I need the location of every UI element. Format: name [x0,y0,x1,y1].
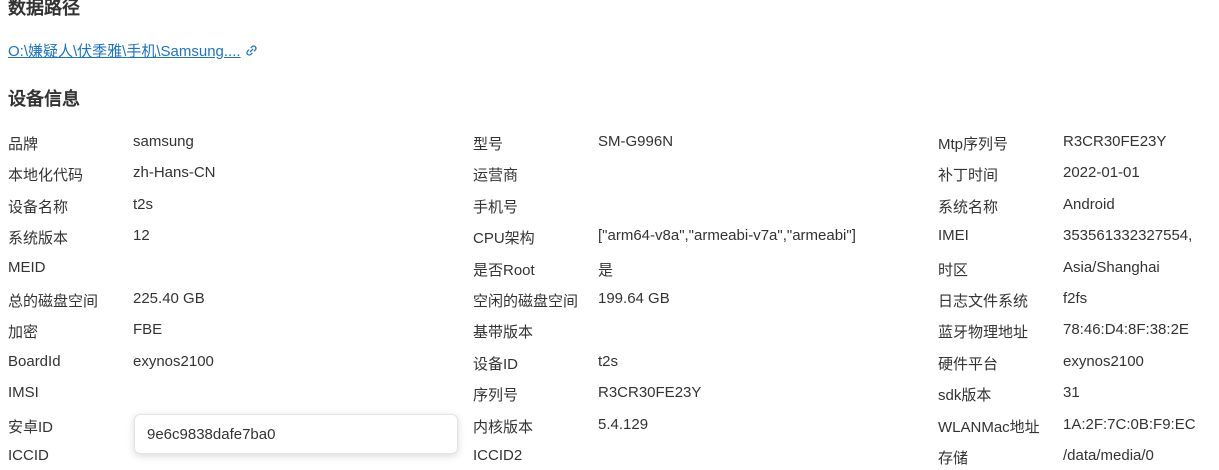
android-id-tooltip: 9e6c9838dafe7ba0 [134,414,458,454]
info-label: 设备名称 [8,198,69,216]
info-value: R3CR30FE23Y [598,384,702,402]
info-label: 设备ID [473,355,519,373]
data-path-title: 数据路径 [8,0,80,18]
info-label: 硬件平台 [938,355,999,373]
info-value: Android [1063,195,1115,213]
info-value: 是 [598,261,614,279]
info-label: 系统版本 [8,230,69,248]
info-label: 加密 [8,324,39,342]
info-row: MEID 是否Root 是 时区 Asia/Shanghai [0,251,1219,282]
info-value: t2s [598,352,619,370]
device-info-title: 设备信息 [8,89,80,109]
info-row: 加密 FBE 基带版本 蓝牙物理地址 78:46:D4:8F:38:2E [0,313,1219,344]
info-value: 5.4.129 [598,415,649,433]
link-icon [245,45,257,56]
info-label: sdk版本 [938,387,992,405]
info-value: ["arm64-v8a","armeabi-v7a","armeabi"] [598,227,856,245]
info-label: 基带版本 [473,324,534,342]
info-value: t2s [133,195,154,213]
info-value: 2022-01-01 [1063,164,1140,182]
data-path-link[interactable]: O:\嫌疑人\伏季雅\手机\Samsung.... [8,40,258,61]
info-value: 12 [133,227,150,245]
info-value: exynos2100 [1063,352,1144,370]
info-label: WLANMac地址 [938,418,1040,436]
info-value: f2fs [1063,290,1088,307]
info-value: samsung [133,133,194,150]
info-label: 日志文件系统 [938,293,1029,310]
info-label: 运营商 [473,167,519,185]
info-value: 225.40 GB [133,290,205,307]
info-label: CPU架构 [473,230,535,248]
info-value: Asia/Shanghai [1063,258,1160,276]
info-label: 系统名称 [938,198,999,216]
info-row: 总的磁盘空间 225.40 GB 空闲的磁盘空间 199.64 GB 日志文件系统 f2f… [0,282,1219,313]
info-value: 199.64 GB [598,290,670,307]
info-value: 31 [1063,384,1080,402]
info-label: 品牌 [8,136,39,153]
info-label: 空闲的磁盘空间 [473,293,579,310]
info-value: R3CR30FE23Y [1063,133,1167,150]
info-label: ICCID [8,447,49,464]
data-path-link-text: O:\嫌疑人\伏季雅\手机\Samsung.... [8,43,241,60]
info-label: IMSI [8,384,39,402]
info-label: 型号 [473,136,504,153]
info-label: 本地化代码 [8,167,84,185]
info-row: 本地化代码 zh-Hans-CN 运营商 补丁时间 2022-01-01 [0,156,1219,187]
info-row: 品牌 samsung 型号 SM-G996N Mtp序列号 R3CR30FE23Y [0,125,1219,156]
info-row: BoardId exynos2100 设备ID t2s 硬件平台 exynos2100 [0,345,1219,376]
info-value: 353561332327554, [1063,227,1193,245]
info-label: BoardId [8,352,61,370]
info-value: 78:46:D4:8F:38:2E [1063,321,1189,339]
info-label: 手机号 [473,198,519,216]
info-value: zh-Hans-CN [133,164,216,182]
info-label: 序列号 [473,387,519,405]
info-label: 安卓ID [8,418,54,436]
info-value: /data/media/0 [1063,447,1154,464]
info-label: 蓝牙物理地址 [938,324,1029,342]
info-label: 总的磁盘空间 [8,293,99,310]
info-value: SM-G996N [598,133,674,150]
info-value: FBE [133,321,163,339]
info-value: exynos2100 [133,352,214,370]
info-label: 补丁时间 [938,167,999,185]
info-label: MEID [8,258,46,276]
info-value: 1A:2F:7C:0B:F9:EC [1063,415,1196,433]
info-label: 时区 [938,261,969,279]
info-row: IMSI 序列号 R3CR30FE23Y sdk版本 31 [0,376,1219,407]
info-label: IMEI [938,227,969,245]
info-row: 系统版本 12 CPU架构 ["arm64-v8a","armeabi-v7a","a… [0,219,1219,250]
info-label: 内核版本 [473,418,534,436]
info-label: 是否Root [473,261,535,279]
info-label: Mtp序列号 [938,136,1009,153]
info-row: 设备名称 t2s 手机号 系统名称 Android [0,188,1219,219]
info-label: ICCID2 [473,447,523,464]
info-label: 存储 [938,450,969,467]
